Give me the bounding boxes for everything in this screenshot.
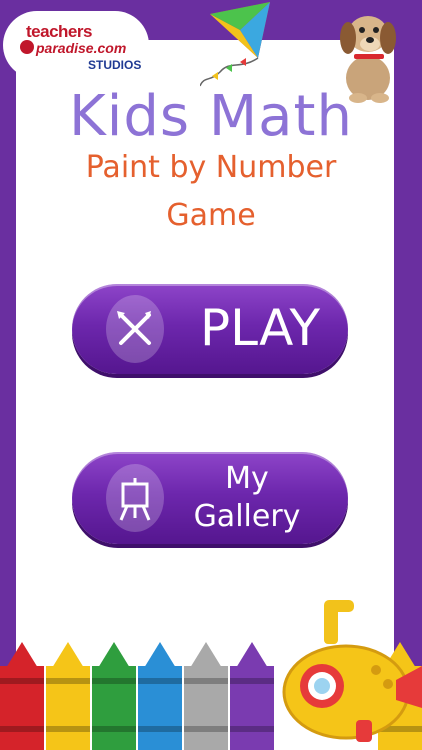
gallery-label-line2: Gallery (193, 499, 301, 534)
logo-line1: teachers (26, 22, 92, 41)
play-button[interactable]: PLAY (72, 284, 348, 374)
apple-icon (20, 40, 34, 54)
subtitle-line1: Paint by Number (85, 150, 337, 185)
gallery-label-line1: My (225, 461, 269, 496)
gallery-button-label: My Gallery (182, 460, 312, 536)
paintbrush-pencil-icon (106, 295, 164, 363)
purple-crayon-icon (230, 642, 274, 750)
red-crayon-icon (0, 642, 44, 750)
logo-line2: paradise.com (36, 40, 127, 56)
kite-icon (200, 2, 270, 87)
easel-icon (106, 464, 164, 532)
subtitle-line2: Game (166, 198, 256, 233)
yellow-crayon-icon (46, 642, 90, 750)
dog-icon (340, 16, 396, 103)
my-gallery-button[interactable]: My Gallery (72, 452, 348, 544)
logo-line3: STUDIOS (88, 58, 142, 72)
teachers-paradise-logo: teachers paradise.com STUDIOS (6, 14, 146, 76)
blue-crayon-icon (138, 642, 182, 750)
play-button-label: PLAY (199, 299, 321, 357)
gray-crayon-icon (184, 642, 228, 750)
green-crayon-icon (92, 642, 136, 750)
submarine-icon (282, 600, 422, 742)
